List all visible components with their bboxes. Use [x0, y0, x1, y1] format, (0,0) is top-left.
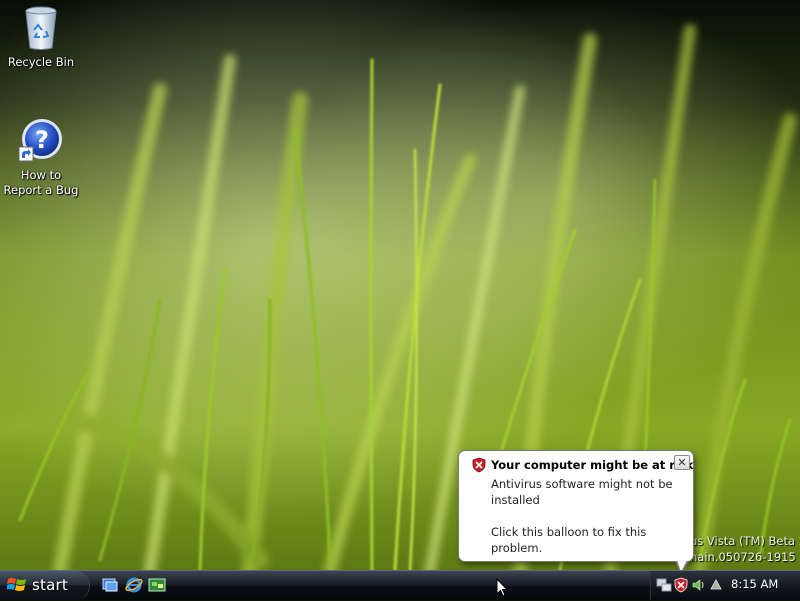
- switch-windows-icon[interactable]: [101, 576, 119, 594]
- balloon-line-2: installed: [491, 493, 540, 507]
- network-icon[interactable]: [656, 577, 672, 593]
- balloon-title: Your computer might be at risk: [491, 458, 694, 472]
- volume-icon[interactable]: [691, 577, 707, 593]
- build-watermark: us Vista (TM) Beta 2 nain.050726-1915: [690, 533, 800, 565]
- close-icon[interactable]: ✕: [674, 455, 690, 470]
- help-shortcut-icon: ?: [17, 117, 65, 165]
- watermark-line-1: us Vista (TM) Beta 2: [690, 534, 800, 548]
- taskbar: start 8:15 AM: [0, 570, 800, 600]
- report-a-bug-shortcut[interactable]: ? How to Report a Bug: [0, 117, 82, 198]
- recycle-bin-shortcut[interactable]: Recycle Bin: [0, 4, 82, 70]
- internet-explorer-icon[interactable]: [125, 576, 143, 594]
- start-button[interactable]: start: [0, 571, 90, 600]
- clock[interactable]: 8:15 AM: [731, 577, 778, 591]
- balloon-action-text[interactable]: Click this balloon to fix this problem.: [491, 524, 691, 556]
- balloon-line-1: Antivirus software might not be: [491, 477, 673, 491]
- power-icon[interactable]: [708, 577, 724, 593]
- report-a-bug-label: How to Report a Bug: [3, 168, 79, 197]
- recycle-bin-icon: [17, 4, 65, 52]
- security-notification-balloon[interactable]: Your computer might be at risk ✕ Antivir…: [458, 450, 694, 574]
- show-desktop-icon[interactable]: [148, 576, 166, 594]
- windows-logo-icon: [6, 576, 27, 594]
- recycle-bin-label: Recycle Bin: [7, 55, 75, 69]
- notification-area: 8:15 AM: [650, 571, 800, 600]
- security-shield-icon: [471, 457, 487, 473]
- watermark-line-2: nain.050726-1915: [690, 550, 796, 564]
- balloon-message: Antivirus software might not be installe…: [491, 476, 691, 556]
- svg-text:?: ?: [35, 126, 49, 154]
- security-shield-icon[interactable]: [673, 577, 689, 593]
- start-label: start: [32, 576, 68, 594]
- mouse-pointer-icon: [496, 577, 509, 598]
